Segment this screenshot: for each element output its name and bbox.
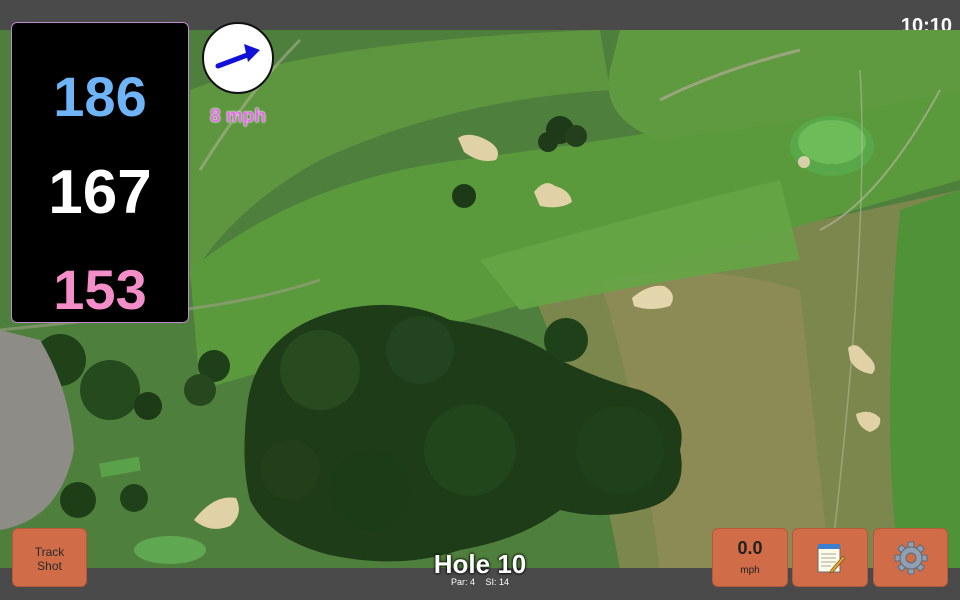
wind-speed-label: 8 mph	[210, 106, 266, 127]
hole-stroke-index: SI: 14	[485, 577, 510, 587]
notes-button[interactable]	[792, 528, 868, 587]
hole-par: Par: 4	[450, 577, 475, 587]
notepad-icon	[817, 543, 845, 574]
hole-title: Hole 10	[433, 549, 527, 579]
settings-button[interactable]	[873, 528, 948, 587]
track-shot-label-line1: Track	[34, 545, 65, 559]
speed-button[interactable]: 0.0 mph	[712, 528, 788, 587]
wind-indicator	[202, 22, 274, 94]
speed-value: 0.0	[737, 538, 763, 558]
distance-panel: 186 167 153	[11, 22, 189, 323]
hole-info: Par: 4 SI: 14	[380, 577, 580, 587]
back-distance: 186	[53, 65, 147, 128]
gear-icon	[894, 541, 927, 574]
track-shot-button[interactable]: Track Shot	[12, 528, 87, 587]
middle-distance: 167	[48, 158, 152, 227]
speed-unit: mph	[740, 565, 760, 576]
front-distance: 153	[53, 258, 147, 321]
track-shot-label-line2: Shot	[37, 559, 62, 573]
arrow-icon	[215, 44, 260, 69]
